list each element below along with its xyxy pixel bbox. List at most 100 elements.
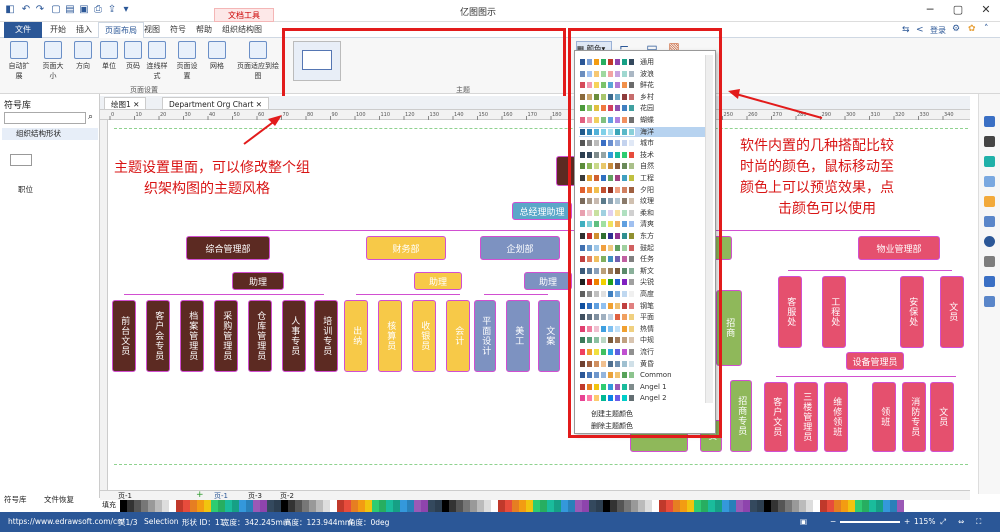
- palette-color[interactable]: [414, 500, 421, 512]
- palette-color[interactable]: [162, 500, 169, 512]
- palette-color[interactable]: [806, 500, 813, 512]
- add-page-icon[interactable]: +: [196, 490, 204, 500]
- palette-color[interactable]: [218, 500, 225, 512]
- palette-color[interactable]: [813, 500, 820, 512]
- palette-color[interactable]: [519, 500, 526, 512]
- palette-color[interactable]: [281, 500, 288, 512]
- palette-color[interactable]: [491, 500, 498, 512]
- palette-color[interactable]: [456, 500, 463, 512]
- palette-color[interactable]: [225, 500, 232, 512]
- palette-color[interactable]: [309, 500, 316, 512]
- palette-color[interactable]: [302, 500, 309, 512]
- palette-color[interactable]: [428, 500, 435, 512]
- palette-color[interactable]: [792, 500, 799, 512]
- palette-color[interactable]: [379, 500, 386, 512]
- palette-color[interactable]: [589, 500, 596, 512]
- palette-color[interactable]: [155, 500, 162, 512]
- palette-color[interactable]: [715, 500, 722, 512]
- palette-color[interactable]: [687, 500, 694, 512]
- palette-color[interactable]: [890, 500, 897, 512]
- palette-color[interactable]: [834, 500, 841, 512]
- history-icon[interactable]: [984, 296, 995, 307]
- navigator-icon[interactable]: [984, 236, 995, 247]
- palette-color[interactable]: [624, 500, 631, 512]
- palette-color[interactable]: [141, 500, 148, 512]
- palette-color[interactable]: [442, 500, 449, 512]
- palette-color[interactable]: [134, 500, 141, 512]
- palette-color[interactable]: [708, 500, 715, 512]
- palette-color[interactable]: [757, 500, 764, 512]
- palette-color[interactable]: [659, 500, 666, 512]
- palette-color[interactable]: [330, 500, 337, 512]
- palette-color[interactable]: [533, 500, 540, 512]
- palette-color[interactable]: [736, 500, 743, 512]
- page-icon[interactable]: [984, 256, 995, 267]
- palette-color[interactable]: [869, 500, 876, 512]
- fit-page-icon[interactable]: ⤢: [940, 517, 946, 527]
- palette-color[interactable]: [575, 500, 582, 512]
- palette-color[interactable]: [631, 500, 638, 512]
- palette-color[interactable]: [274, 500, 281, 512]
- palette-color[interactable]: [729, 500, 736, 512]
- palette-color[interactable]: [232, 500, 239, 512]
- palette-color[interactable]: [750, 500, 757, 512]
- palette-color[interactable]: [785, 500, 792, 512]
- document-icon[interactable]: [984, 216, 995, 227]
- palette-color[interactable]: [386, 500, 393, 512]
- palette-color[interactable]: [610, 500, 617, 512]
- palette-color[interactable]: [862, 500, 869, 512]
- palette-color[interactable]: [197, 500, 204, 512]
- fill-icon[interactable]: [984, 116, 995, 127]
- palette-color[interactable]: [638, 500, 645, 512]
- palette-color[interactable]: [799, 500, 806, 512]
- comment-icon[interactable]: [984, 276, 995, 287]
- color-palette[interactable]: [120, 500, 920, 512]
- palette-color[interactable]: [561, 500, 568, 512]
- zoom-slider[interactable]: [840, 521, 900, 523]
- fullscreen-icon[interactable]: ⛶: [976, 517, 981, 527]
- palette-color[interactable]: [183, 500, 190, 512]
- palette-color[interactable]: [169, 500, 176, 512]
- palette-color[interactable]: [260, 500, 267, 512]
- palette-color[interactable]: [883, 500, 890, 512]
- line-icon[interactable]: [984, 136, 995, 147]
- zoom-in-icon[interactable]: +: [904, 517, 910, 526]
- palette-color[interactable]: [421, 500, 428, 512]
- palette-color[interactable]: [897, 500, 904, 512]
- palette-color[interactable]: [295, 500, 302, 512]
- palette-color[interactable]: [470, 500, 477, 512]
- palette-color[interactable]: [547, 500, 554, 512]
- palette-color[interactable]: [771, 500, 778, 512]
- palette-color[interactable]: [778, 500, 785, 512]
- palette-color[interactable]: [743, 500, 750, 512]
- palette-color[interactable]: [176, 500, 183, 512]
- palette-color[interactable]: [848, 500, 855, 512]
- palette-color[interactable]: [673, 500, 680, 512]
- palette-color[interactable]: [407, 500, 414, 512]
- palette-color[interactable]: [435, 500, 442, 512]
- palette-color[interactable]: [365, 500, 372, 512]
- palette-color[interactable]: [358, 500, 365, 512]
- palette-color[interactable]: [449, 500, 456, 512]
- palette-color[interactable]: [477, 500, 484, 512]
- zoom-out-icon[interactable]: −: [830, 517, 836, 526]
- palette-color[interactable]: [288, 500, 295, 512]
- palette-color[interactable]: [876, 500, 883, 512]
- palette-color[interactable]: [484, 500, 491, 512]
- fit-width-icon[interactable]: ⇔: [958, 517, 964, 526]
- palette-color[interactable]: [400, 500, 407, 512]
- palette-color[interactable]: [820, 500, 827, 512]
- palette-color[interactable]: [127, 500, 134, 512]
- palette-color[interactable]: [582, 500, 589, 512]
- palette-color[interactable]: [316, 500, 323, 512]
- palette-color[interactable]: [666, 500, 673, 512]
- page-view-icon[interactable]: ▣: [800, 517, 807, 526]
- palette-color[interactable]: [505, 500, 512, 512]
- palette-color[interactable]: [540, 500, 547, 512]
- palette-color[interactable]: [694, 500, 701, 512]
- shadow-icon[interactable]: [984, 156, 995, 167]
- image-icon[interactable]: [984, 176, 995, 187]
- palette-color[interactable]: [596, 500, 603, 512]
- palette-color[interactable]: [617, 500, 624, 512]
- status-url[interactable]: https://www.edrawsoft.com/cn/: [8, 517, 124, 526]
